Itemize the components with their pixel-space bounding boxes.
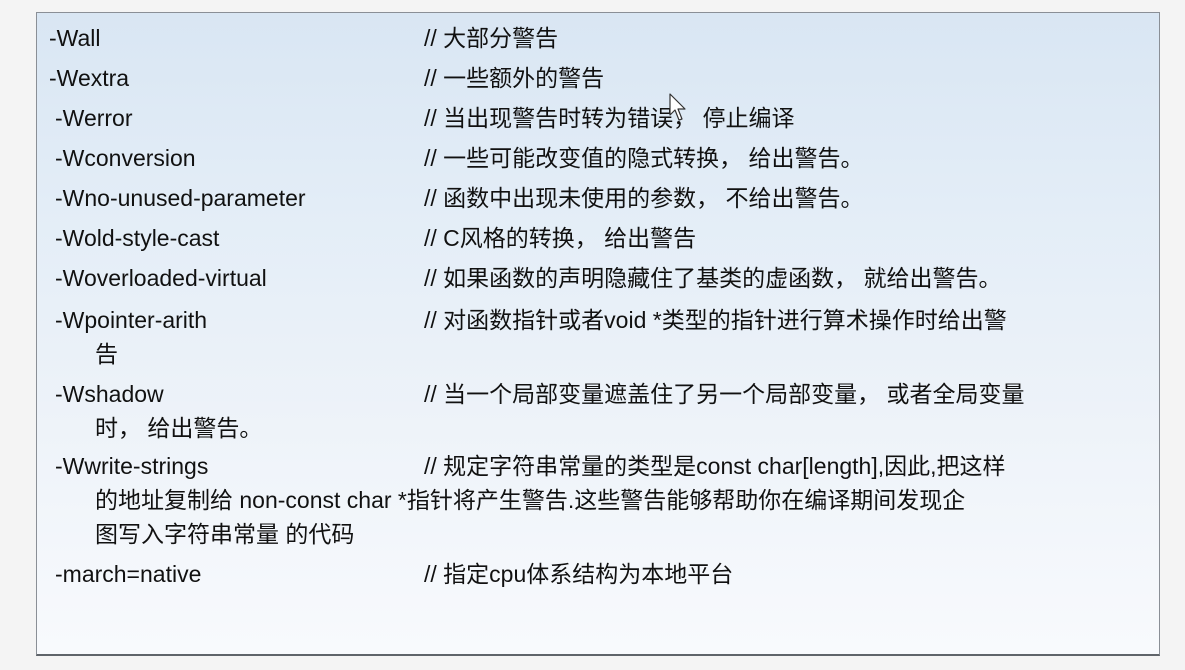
option-description-continued: 时， 给出警告。	[95, 415, 263, 441]
option-flag: -Wconversion	[55, 145, 196, 171]
option-flag: -Werror	[55, 105, 133, 131]
option-description-continued: 告	[95, 341, 118, 367]
option-flag: -Wwrite-strings	[55, 453, 209, 479]
option-description: // 当出现警告时转为错误， 停止编译	[424, 105, 795, 131]
option-flag: -Wno-unused-parameter	[55, 185, 306, 211]
slide-panel: -Wall // 大部分警告 -Wextra // 一些额外的警告 -Werro…	[36, 12, 1160, 656]
option-flag: -Wold-style-cast	[55, 225, 220, 251]
option-flag: -Wall	[49, 25, 101, 51]
option-flag: -Wpointer-arith	[55, 307, 208, 333]
option-description: // 大部分警告	[424, 25, 559, 51]
option-description: // 规定字符串常量的类型是const char[length],因此,把这样	[424, 453, 1006, 479]
option-description: // 一些可能改变值的隐式转换， 给出警告。	[424, 145, 864, 171]
option-flag: -Wextra	[49, 65, 130, 91]
option-description: // 指定cpu体系结构为本地平台	[424, 561, 734, 587]
option-description-continued: 图写入字符串常量 的代码	[95, 521, 355, 547]
option-flag: -march=native	[55, 561, 202, 587]
option-description: // 一些额外的警告	[424, 65, 605, 91]
option-description: // 函数中出现未使用的参数， 不给出警告。	[424, 185, 864, 211]
option-flag: -Wshadow	[55, 381, 164, 407]
option-description: // 当一个局部变量遮盖住了另一个局部变量， 或者全局变量	[424, 381, 1025, 407]
option-description: // C风格的转换， 给出警告	[424, 225, 697, 251]
option-flag: -Woverloaded-virtual	[55, 265, 267, 291]
option-description: // 对函数指针或者void *类型的指针进行算术操作时给出警	[424, 307, 1007, 333]
option-description: // 如果函数的声明隐藏住了基类的虚函数， 就给出警告。	[424, 265, 1002, 291]
option-description-continued: 的地址复制给 non-const char *指针将产生警告.这些警告能够帮助你…	[95, 487, 966, 513]
